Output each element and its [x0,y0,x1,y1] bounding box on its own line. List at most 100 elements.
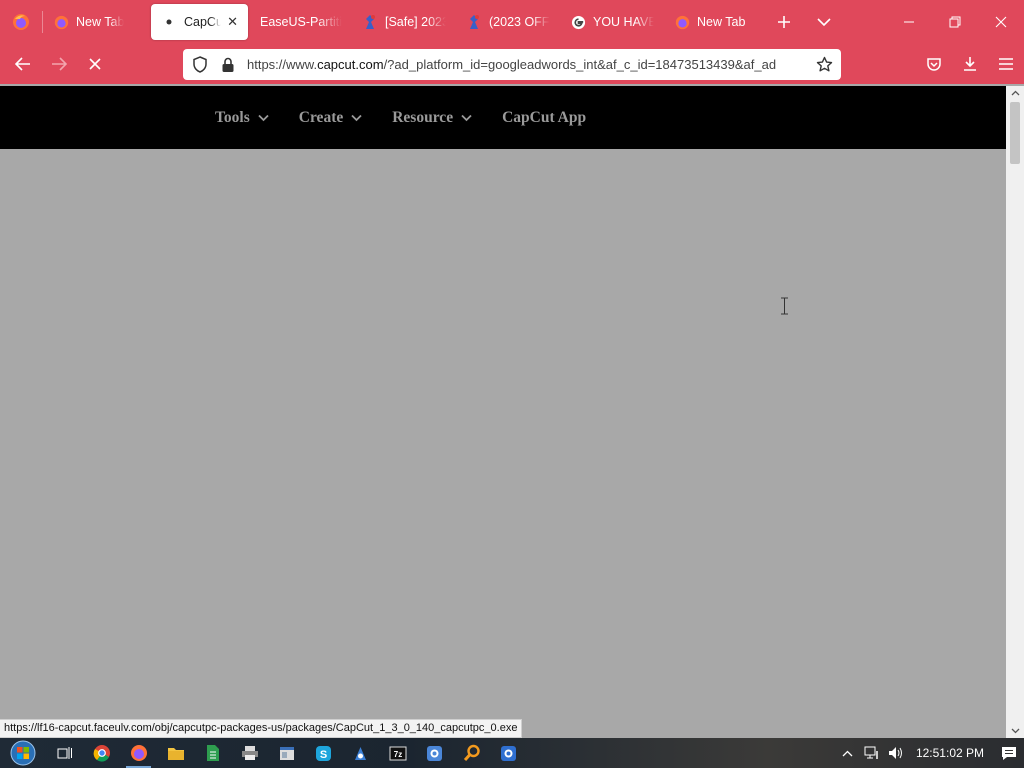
blue-app-icon [501,745,516,761]
url-text[interactable]: https://www.capcut.com/?ad_platform_id=g… [247,57,813,72]
downloads-button[interactable] [952,44,988,84]
blue-figure-icon [362,14,378,30]
firefox-view-button[interactable] [0,0,42,44]
close-tab-icon[interactable]: ✕ [227,14,238,30]
window-controls [886,0,1024,44]
forward-button[interactable] [41,44,77,84]
chevron-down-icon [258,114,269,122]
download-icon [964,57,976,71]
tab-label: (2023 OFFIC [489,15,550,29]
chevron-up-icon [842,750,853,756]
taskbar-search-app[interactable] [453,738,490,768]
network-icon [864,746,878,759]
taskbar-firefox[interactable] [120,738,157,768]
toolbar-right [916,44,1024,84]
tab-label: EaseUS-Partitio [260,15,342,29]
back-button[interactable] [5,44,41,84]
star-icon [816,56,832,71]
taskbar-printer[interactable] [231,738,268,768]
tab-label: New Tab [697,15,746,29]
nav-tools[interactable]: Tools [215,109,269,127]
tab-new-tab-2[interactable]: New Tab [664,4,760,40]
url-host: capcut.com [317,57,384,72]
list-all-tabs-button[interactable] [804,0,844,44]
pocket-button[interactable] [916,44,952,84]
scroll-down-arrow-icon[interactable] [1006,724,1024,738]
nav-resource[interactable]: Resource [392,109,472,127]
volume-icon [888,747,902,759]
bookmark-star-button[interactable] [813,53,835,75]
restore-button[interactable] [932,0,978,44]
minimize-icon [904,21,914,23]
stop-icon [89,58,101,70]
search-app-icon [463,744,480,762]
tab-label: New Tab [76,15,125,29]
nav-label: Resource [392,108,454,126]
scroll-up-arrow-icon[interactable] [1006,86,1024,100]
taskbar-blue-app[interactable] [342,738,379,768]
taskbar-clock[interactable]: 12:51:02 PM [908,746,994,760]
taskbar-window-app[interactable] [268,738,305,768]
chevron-down-icon [817,18,831,27]
start-button[interactable] [0,738,46,768]
plus-icon [778,16,790,28]
firefox-icon [674,14,690,30]
tab-label: [Safe] 2023 [385,15,446,29]
lock-icon[interactable] [217,54,239,76]
volume-button[interactable] [884,738,908,768]
stop-loading-button[interactable] [77,44,113,84]
tab-capcut[interactable]: CapCut ✕ [151,4,248,40]
taskbar-blue-app-3[interactable] [490,738,527,768]
svg-text:7z: 7z [393,750,401,759]
url-path: /?ad_platform_id=googleadwords_int&af_c_… [383,57,777,72]
tab-bar: New Tab CapCut ✕ EaseUS-Partitio [Safe] … [0,0,1024,44]
address-bar[interactable]: https://www.capcut.com/?ad_platform_id=g… [183,49,841,80]
close-icon [995,16,1007,28]
task-view-button[interactable] [46,738,83,768]
action-center-button[interactable] [994,738,1024,768]
start-orb-icon [10,740,36,766]
chevron-down-icon [351,114,362,122]
new-tab-button[interactable] [764,0,804,44]
minimize-button[interactable] [886,0,932,44]
taskbar-chrome[interactable] [83,738,120,768]
taskbar-blue-app-2[interactable] [416,738,453,768]
tab-2023-official[interactable]: (2023 OFFIC [456,4,560,40]
app-menu-button[interactable] [988,44,1024,84]
taskbar-spreadsheet[interactable] [194,738,231,768]
taskbar-file-explorer[interactable] [157,738,194,768]
tab-new-tab[interactable]: New Tab [43,4,147,40]
nav-capcut-app[interactable]: CapCut App [502,109,586,127]
firefox-icon [130,745,147,761]
blue-figure-icon [466,14,482,30]
nav-label: Create [298,108,344,126]
site-header: Tools Create Resource CapCut App [0,86,1006,149]
hamburger-menu-icon [999,58,1013,70]
tab-easeus[interactable]: EaseUS-Partitio [248,4,352,40]
page-overlay [0,149,1006,719]
tab-safe-2023[interactable]: [Safe] 2023 [352,4,456,40]
page-scrollbar[interactable] [1006,86,1024,738]
text-cursor-icon [781,297,788,315]
nav-create[interactable]: Create [299,109,362,127]
tab-you-have[interactable]: YOU HAVE [560,4,664,40]
system-tray: 12:51:02 PM [836,738,1024,768]
tracking-protection-shield-icon[interactable] [189,54,211,76]
chrome-icon [93,745,110,762]
skype-icon: S [316,745,331,761]
url-prefix: https://www. [247,57,318,72]
tab-label: YOU HAVE [593,15,654,29]
spreadsheet-icon [206,745,219,761]
task-view-icon [57,747,72,759]
tab-label: CapCut [184,15,222,29]
file-explorer-icon [167,747,184,760]
pocket-icon [927,57,941,71]
network-button[interactable] [860,738,884,768]
taskbar-skype[interactable]: S [305,738,342,768]
show-hidden-icons-button[interactable] [836,738,860,768]
scrollbar-thumb[interactable] [1010,102,1020,164]
loading-dot-icon [161,14,177,30]
firefox-icon [53,14,69,30]
close-window-button[interactable] [978,0,1024,44]
taskbar-7zip[interactable]: 7z [379,738,416,768]
